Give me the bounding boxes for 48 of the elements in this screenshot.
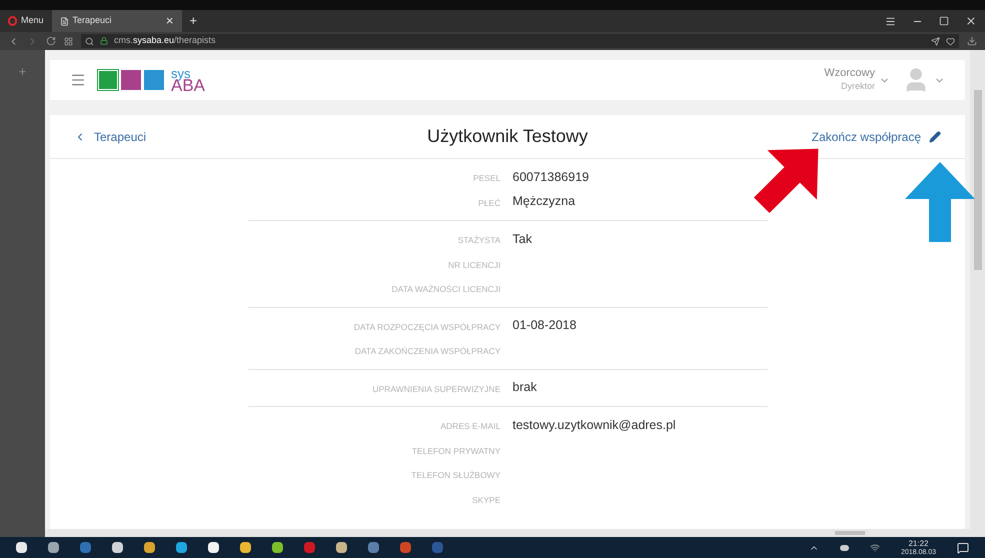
- page-title: Użytkownik Testowy: [426, 125, 589, 148]
- field-label: DATA ZAKOŃCZENIA WSPÓŁPRACY: [354, 346, 500, 356]
- field-label: PŁEĆ: [478, 198, 500, 208]
- field-value: testowy.uzytkownik@adres.pl: [512, 416, 676, 434]
- new-tab-button[interactable]: +: [182, 11, 206, 31]
- field-value: brak: [512, 379, 537, 396]
- clock-time: 21:22: [908, 538, 928, 548]
- wifi-icon[interactable]: [870, 542, 880, 552]
- menu-icon[interactable]: [885, 16, 896, 26]
- close-icon[interactable]: [965, 15, 977, 27]
- logo-text: ABA: [171, 80, 206, 92]
- field-label: STAŻYSTA: [458, 235, 500, 246]
- field-label: UPRAWNIENIA SUPERWIZYJNE: [372, 384, 500, 394]
- url-field[interactable]: cms.sysaba.eu/therapists: [81, 34, 959, 48]
- close-tab-icon[interactable]: ×: [166, 11, 174, 31]
- page-icon: [60, 16, 69, 26]
- field-label: PESEL: [473, 173, 500, 184]
- field-label: NR LICENCJI: [448, 260, 500, 270]
- field-label: DATA WAŻNOŚCI LICENCJI: [392, 284, 500, 294]
- field-label: DATA ROZPOCZĘCIA WSPÓŁPRACY: [354, 322, 500, 332]
- heart-icon[interactable]: [946, 36, 955, 46]
- field-value: Mężczyzna: [512, 193, 576, 210]
- lock-icon: [100, 37, 108, 45]
- opera-menu-button[interactable]: Menu: [0, 10, 52, 32]
- url-text: cms.sysaba.eu/therapists: [114, 34, 216, 48]
- download-icon[interactable]: [967, 36, 977, 46]
- user-role: Dyrektor: [840, 80, 875, 93]
- grid-icon[interactable]: [64, 36, 73, 46]
- notification-icon[interactable]: [957, 542, 969, 554]
- field-value: Tak: [512, 230, 532, 248]
- field-value: 60071386919: [512, 168, 589, 186]
- scrollbar-thumb[interactable]: [974, 90, 982, 270]
- user-name[interactable]: Wzorcowy: [824, 67, 875, 80]
- back-link[interactable]: Terapeuci: [74, 128, 274, 146]
- end-cooperation-link[interactable]: Zakończ współpracę: [812, 128, 921, 146]
- edit-icon[interactable]: [929, 130, 941, 142]
- search-icon: [85, 36, 94, 46]
- field-label: SKYPE: [472, 494, 500, 505]
- field-label: TELEFON SŁUŻBOWY: [411, 470, 500, 480]
- send-icon[interactable]: [931, 36, 940, 46]
- browser-tab[interactable]: Terapeuci ×: [52, 10, 182, 32]
- field-label: ADRES E-MAIL: [440, 421, 500, 432]
- maximize-icon[interactable]: [939, 16, 949, 26]
- field-label: TELEFON PRYWATNY: [412, 446, 500, 456]
- logo-text: sys: [171, 68, 190, 80]
- reload-icon[interactable]: [46, 36, 56, 46]
- field-value: 01-08-2018: [512, 317, 576, 334]
- scrollbar-thumb[interactable]: [835, 531, 865, 535]
